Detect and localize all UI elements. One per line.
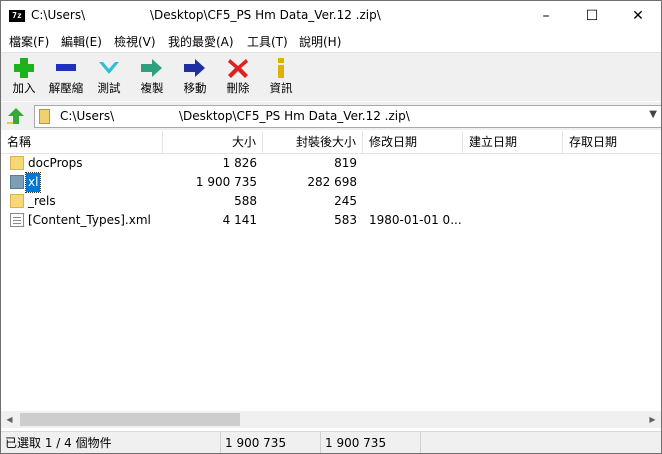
file-packed-size: 819 [334, 156, 357, 170]
folder-icon [10, 156, 24, 170]
column-name[interactable]: 名稱 [1, 131, 163, 153]
table-row[interactable]: docProps 1 826 819 [1, 154, 661, 173]
test-button[interactable]: 測試 [89, 57, 129, 99]
move-button[interactable]: 移動 [175, 57, 215, 99]
table-row-selected[interactable]: xl 1 900 735 282 698 [1, 172, 661, 193]
file-size: 4 141 [222, 213, 257, 227]
minus-icon [56, 64, 76, 71]
chevron-down-icon[interactable]: ▼ [649, 109, 657, 120]
address-field[interactable]: C:\Users\ \Desktop\CF5_PS Hm Data_Ver.12… [34, 105, 661, 128]
status-size: 1 900 735 [221, 432, 321, 453]
minimize-button[interactable]: – [523, 1, 569, 31]
file-name: _rels [28, 194, 56, 208]
zip-file-icon [39, 109, 50, 124]
copy-arrow-icon [141, 59, 162, 77]
file-packed-size: 282 698 [307, 175, 357, 189]
file-packed-size: 583 [334, 213, 357, 227]
folder-icon [10, 175, 24, 189]
add-button[interactable]: 加入 [4, 57, 44, 99]
horizontal-scrollbar[interactable]: ◀ ▶ [1, 411, 661, 428]
file-packed-size: 245 [334, 194, 357, 208]
menu-edit[interactable]: 編輯(E) [61, 33, 102, 50]
xml-file-icon [10, 213, 24, 227]
file-size: 1 826 [222, 156, 257, 170]
column-size[interactable]: 大小 [163, 131, 263, 153]
status-extra [421, 432, 661, 453]
file-size: 588 [234, 194, 257, 208]
column-modified[interactable]: 修改日期 [363, 131, 463, 153]
scroll-thumb[interactable] [20, 413, 240, 426]
info-button[interactable]: 資訊 [261, 57, 301, 99]
status-selection: 已選取 1 / 4 個物件 [1, 432, 221, 453]
move-arrow-icon [184, 59, 205, 77]
address-bar: C:\Users\ \Desktop\CF5_PS Hm Data_Ver.12… [1, 102, 661, 130]
extract-button[interactable]: 解壓縮 [46, 57, 86, 99]
delete-x-icon [228, 59, 248, 78]
title-bar[interactable]: 7z C:\Users\ \Desktop\CF5_PS Hm Data_Ver… [1, 1, 661, 31]
toolbar: 加入 解壓縮 測試 複製 移動 刪除 資訊 [1, 52, 661, 101]
test-label: 測試 [97, 81, 121, 95]
table-row[interactable]: _rels 588 245 [1, 192, 661, 211]
window-title: C:\Users\ \Desktop\CF5_PS Hm Data_Ver.12… [31, 8, 381, 22]
move-label: 移動 [183, 81, 207, 95]
folder-icon [10, 194, 24, 208]
menu-file[interactable]: 檔案(F) [9, 33, 49, 50]
menu-favorites[interactable]: 我的最愛(A) [168, 33, 234, 50]
check-icon [99, 62, 119, 74]
plus-icon [14, 58, 34, 78]
column-header: 名稱 大小 封裝後大小 修改日期 建立日期 存取日期 [1, 131, 661, 154]
menu-bar: 檔案(F) 編輯(E) 檢視(V) 我的最愛(A) 工具(T) 說明(H) [1, 31, 661, 51]
info-label: 資訊 [269, 81, 293, 95]
menu-view[interactable]: 檢視(V) [114, 33, 156, 50]
column-packed-size[interactable]: 封裝後大小 [263, 131, 363, 153]
column-accessed[interactable]: 存取日期 [563, 131, 661, 153]
address-path: C:\Users\ \Desktop\CF5_PS Hm Data_Ver.12… [60, 109, 410, 123]
file-list: docProps 1 826 819 xl 1 900 735 282 698 … [1, 153, 661, 411]
menu-help[interactable]: 說明(H) [299, 33, 341, 50]
archive-window: 7z C:\Users\ \Desktop\CF5_PS Hm Data_Ver… [0, 0, 662, 454]
app-icon: 7z [9, 10, 25, 22]
maximize-button[interactable]: ☐ [569, 1, 615, 31]
file-modified: 1980-01-01 0... [369, 213, 461, 227]
column-created[interactable]: 建立日期 [463, 131, 563, 153]
file-name: [Content_Types].xml [28, 213, 151, 227]
status-bar: 已選取 1 / 4 個物件 1 900 735 1 900 735 [1, 431, 661, 453]
copy-button[interactable]: 複製 [132, 57, 172, 99]
copy-label: 複製 [140, 81, 164, 95]
menu-tools[interactable]: 工具(T) [247, 33, 288, 50]
delete-button[interactable]: 刪除 [218, 57, 258, 99]
close-button[interactable]: ✕ [615, 1, 661, 31]
up-folder-icon[interactable] [5, 106, 27, 126]
add-label: 加入 [12, 81, 36, 95]
scroll-left-icon[interactable]: ◀ [1, 411, 18, 428]
scroll-right-icon[interactable]: ▶ [644, 411, 661, 428]
table-row[interactable]: [Content_Types].xml 4 141 583 1980-01-01… [1, 211, 661, 230]
extract-label: 解壓縮 [48, 81, 84, 95]
delete-label: 刪除 [226, 81, 250, 95]
file-name: xl [24, 172, 42, 193]
file-size: 1 900 735 [195, 175, 257, 189]
file-name: docProps [28, 156, 83, 170]
info-icon [278, 58, 284, 78]
status-packed: 1 900 735 [321, 432, 421, 453]
